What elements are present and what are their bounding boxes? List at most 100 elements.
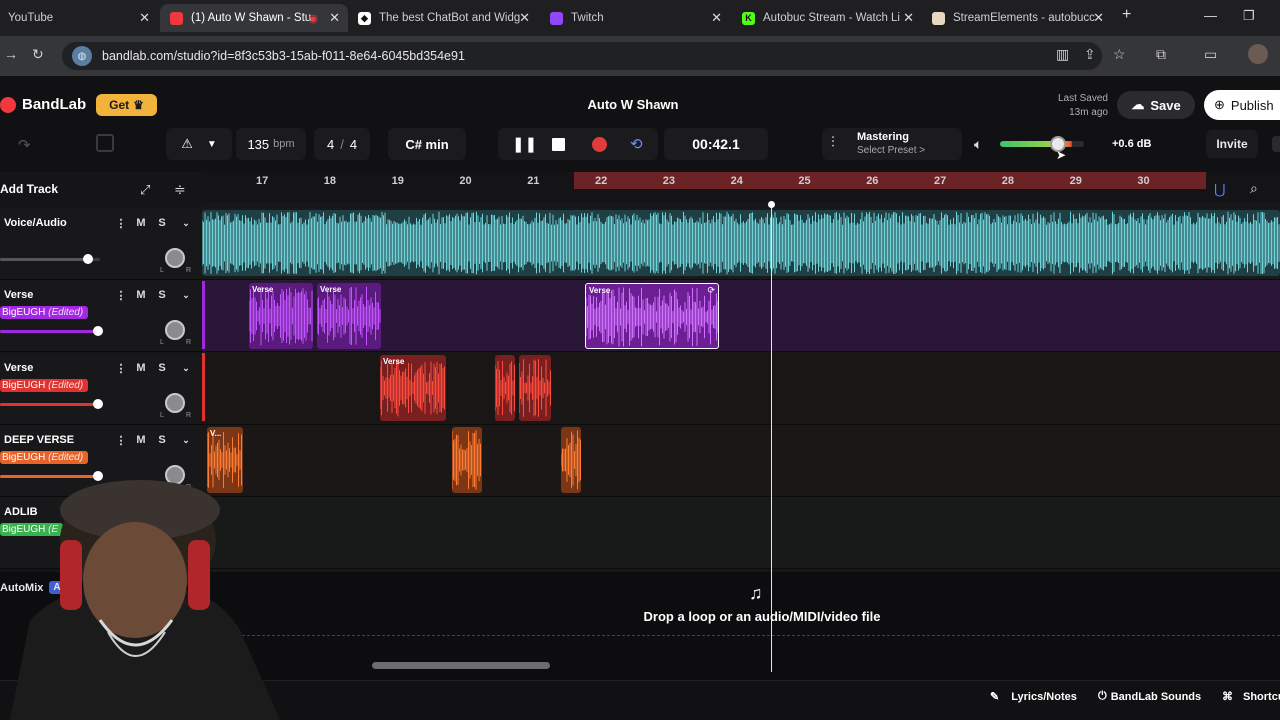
audio-clip[interactable] [519, 355, 551, 421]
mastering-preset-button[interactable]: ⫶ Mastering Select Preset > [822, 128, 962, 160]
solo-button[interactable]: S [153, 431, 171, 449]
save-button[interactable]: ☁ Save [1117, 91, 1195, 119]
speaker-mute-icon[interactable]: 🔈︎ [974, 136, 982, 153]
chevron-down-icon[interactable]: ⌄ [177, 359, 195, 377]
song-title[interactable]: Auto W Shawn [560, 97, 706, 112]
stop-button[interactable] [552, 137, 565, 151]
audio-clip[interactable]: Verse [249, 283, 313, 349]
invite-button[interactable]: Invite [1206, 130, 1258, 158]
close-tab-icon[interactable]: ✕ [519, 10, 530, 26]
tab-chatbot[interactable]: ◆ The best ChatBot and Widg ✕ [348, 4, 538, 32]
track-volume-knob[interactable] [83, 254, 93, 264]
forward-icon[interactable]: → [4, 46, 18, 62]
track-lane[interactable] [202, 497, 1280, 569]
solo-button[interactable]: S [153, 214, 171, 232]
chevron-down-icon[interactable]: ⌄ [177, 286, 195, 304]
track-settings-icon[interactable]: ≑ [174, 181, 186, 198]
key-field[interactable]: C# min [388, 128, 466, 160]
pan-knob[interactable] [165, 393, 185, 413]
track-volume-fader[interactable] [0, 403, 100, 406]
record-button[interactable] [592, 136, 607, 152]
publish-button[interactable]: ⊕ Publish [1204, 90, 1280, 120]
close-tab-icon[interactable]: ✕ [711, 10, 722, 26]
minimize-icon[interactable]: — [1204, 8, 1217, 23]
track-instrument-tag[interactable]: BigEUGH (Edited) [0, 379, 89, 392]
tempo-field[interactable]: 135 bpm [236, 128, 306, 160]
get-membership-button[interactable]: Get ♛ [96, 94, 157, 116]
tab-youtube[interactable]: YouTube ✕ [0, 4, 158, 32]
tab-kick[interactable]: K Autobuc Stream - Watch Li ✕ [732, 4, 922, 32]
reload-icon[interactable]: ↻ [32, 46, 44, 63]
shortcuts-button[interactable]: ⌘ Shortcuts [1222, 690, 1280, 704]
track-lane[interactable] [202, 425, 1280, 497]
mute-button[interactable]: M [132, 214, 150, 232]
wand-icon[interactable]: ⤢ [140, 182, 150, 198]
loop-clip-icon[interactable]: ⟳ [707, 285, 715, 296]
track-header[interactable]: Verse BigEUGH (Edited) ⋮ M S ⌄ L R [0, 353, 202, 425]
mute-button[interactable]: M [132, 286, 150, 304]
audio-clip[interactable] [452, 427, 482, 493]
audio-clip[interactable]: Verse ⟳ [585, 283, 719, 349]
time-signature-field[interactable]: 4 / 4 [314, 128, 370, 160]
metronome-panel-icon[interactable] [96, 134, 114, 152]
pause-button[interactable]: ❚❚ [512, 135, 537, 153]
snap-magnet-icon[interactable]: ⋃ [1214, 181, 1225, 198]
chevron-down-icon[interactable]: ⌄ [177, 214, 195, 232]
track-name[interactable]: DEEP VERSE [4, 434, 74, 446]
tab-streamelements[interactable]: StreamElements - autobucc ✕ [922, 4, 1112, 32]
track-menu-icon[interactable]: ⋮ [112, 286, 130, 304]
bandlab-logo[interactable]: BandLab [0, 96, 86, 113]
audio-clip[interactable] [495, 355, 515, 421]
track-lane[interactable] [202, 353, 1280, 425]
close-tab-icon[interactable]: ✕ [329, 10, 340, 26]
master-volume-slider[interactable] [1000, 141, 1084, 147]
playhead-handle[interactable] [768, 201, 775, 208]
mute-button[interactable]: M [132, 359, 150, 377]
address-bar[interactable]: ◍ bandlab.com/studio?id=8f3c53b3-15ab-f0… [62, 42, 1102, 70]
track-name[interactable]: Voice/Audio [4, 217, 67, 229]
loop-toggle-icon[interactable]: ⟲ [630, 135, 643, 153]
solo-button[interactable]: S [153, 359, 171, 377]
track-instrument-tag[interactable]: BigEUGH (Edited) [0, 451, 89, 464]
more-panel-edge[interactable] [1272, 136, 1280, 152]
track-header[interactable]: Verse BigEUGH (Edited) ⋮ M S ⌄ L R [0, 280, 202, 352]
track-menu-icon[interactable]: ⋮ [112, 214, 130, 232]
audio-region-voice[interactable] [202, 210, 1280, 276]
track-name[interactable]: Verse [4, 289, 33, 301]
tuner-dropdown[interactable]: ⚠ ▼ [166, 128, 232, 160]
track-volume-fader[interactable] [0, 330, 100, 333]
lyrics-notes-button[interactable]: ✎ Lyrics/Notes [990, 690, 1077, 704]
drop-zone[interactable] [202, 572, 1280, 636]
close-tab-icon[interactable]: ✕ [903, 10, 914, 26]
cast-icon[interactable]: ▭ [1204, 46, 1217, 63]
close-tab-icon[interactable]: ✕ [139, 10, 150, 26]
new-tab-icon[interactable]: + [1122, 6, 1131, 24]
bandlab-sounds-button[interactable]: ⏻ BandLab Sounds [1098, 690, 1201, 703]
tab-twitch[interactable]: Twitch ✕ [540, 4, 730, 32]
mute-button[interactable]: M [132, 431, 150, 449]
track-volume-knob[interactable] [93, 326, 103, 336]
track-menu-icon[interactable]: ⋮ [112, 431, 130, 449]
close-tab-icon[interactable]: ✕ [1093, 10, 1104, 26]
pan-knob[interactable] [165, 248, 185, 268]
bookmark-star-icon[interactable]: ☆ [1113, 46, 1126, 63]
maximize-icon[interactable]: ❐ [1243, 8, 1255, 24]
add-track-button[interactable]: Add Track [0, 182, 58, 196]
track-volume-knob[interactable] [93, 399, 103, 409]
chevron-down-icon[interactable]: ⌄ [177, 431, 195, 449]
redo-icon[interactable]: ↷ [18, 136, 31, 154]
tab-bandlab-studio[interactable]: (1) Auto W Shawn - Stu ◉ ✕ [160, 4, 348, 32]
track-header[interactable]: Voice/Audio ⋮ M S ⌄ L R [0, 208, 202, 280]
reading-mode-icon[interactable]: ▥ [1056, 46, 1069, 63]
horizontal-scrollbar[interactable] [372, 662, 550, 669]
audio-clip[interactable] [561, 427, 581, 493]
site-info-icon[interactable]: ◍ [72, 46, 92, 66]
track-instrument-tag[interactable]: BigEUGH (Edited) [0, 306, 89, 319]
track-name[interactable]: Verse [4, 362, 33, 374]
zoom-icon[interactable]: ⌕ [1250, 180, 1258, 197]
track-menu-icon[interactable]: ⋮ [112, 359, 130, 377]
profile-avatar[interactable] [1248, 44, 1268, 64]
audio-clip[interactable]: Verse [317, 283, 381, 349]
extensions-icon[interactable]: ⧉ [1156, 46, 1166, 63]
solo-button[interactable]: S [153, 286, 171, 304]
